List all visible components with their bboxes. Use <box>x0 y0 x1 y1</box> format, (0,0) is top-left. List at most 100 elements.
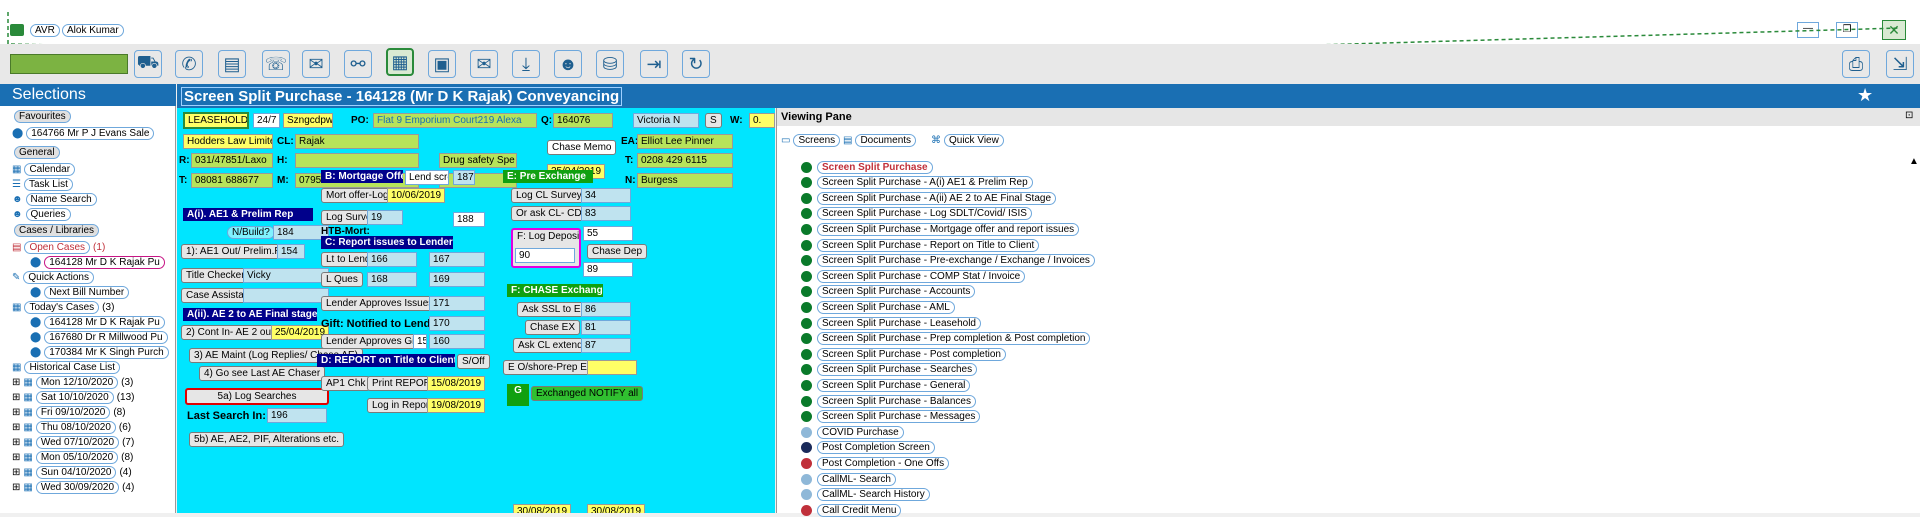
screen-list-item[interactable]: Call Credit Menu <box>801 503 902 517</box>
exit-icon[interactable]: ⇲ <box>1886 50 1914 78</box>
mort-date-field[interactable]: 10/06/2019 <box>387 188 446 203</box>
n-field[interactable]: Burgess <box>637 173 733 188</box>
lt-a-field[interactable]: 166 <box>367 252 417 267</box>
screen-list-item[interactable]: Screen Split Purchase - Messages <box>801 410 981 424</box>
lender-approves-button[interactable]: Lender Approves Issues <box>321 296 439 311</box>
screen-list-item[interactable]: Screen Split Purchase <box>801 160 933 174</box>
today-case-item[interactable]: ⬤ 170384 Mr K Singh Purch <box>30 345 169 359</box>
eo-shore-field[interactable] <box>587 360 637 375</box>
print-date-field[interactable]: 15/08/2019 <box>427 376 486 391</box>
lt-b-field[interactable]: 167 <box>429 252 485 267</box>
htb-select[interactable]: 188 <box>453 212 485 227</box>
vehicle-icon[interactable]: ⛟ <box>134 50 162 78</box>
hours-field[interactable]: 24/7 <box>253 113 281 128</box>
lender-approves-field[interactable]: 171 <box>429 296 485 311</box>
firm-field[interactable]: Hodders Law Limited <box>183 134 273 149</box>
property-field[interactable]: Flat 9 Emporium Court219 Alexa <box>373 113 537 128</box>
log-searches-button[interactable]: 5a) Log Searches <box>185 388 329 405</box>
history-item[interactable]: ⊞ ▦ Sat 10/10/2020 (13) <box>12 390 134 404</box>
mail-open-icon[interactable]: ✉ <box>470 50 498 78</box>
sidebar-item-task-list[interactable]: ☰ Task List <box>12 177 73 191</box>
search-input[interactable] <box>10 54 128 74</box>
chase-ex-field[interactable]: 81 <box>581 320 631 335</box>
sidebar-item-name-search[interactable]: ☻ Name Search <box>12 192 97 206</box>
calculator-icon[interactable]: ▦ <box>386 48 414 76</box>
screen-list-item[interactable]: Screen Split Purchase - AML <box>801 300 955 314</box>
title-checker-button[interactable]: Title Checker <box>181 268 250 283</box>
screen-list-item[interactable]: Screen Split Purchase - Searches <box>801 363 978 377</box>
phone1-field[interactable]: 08081 688677 <box>191 173 273 188</box>
last-search-field[interactable]: 196 <box>267 408 327 423</box>
expand-icon[interactable]: ⊞ <box>12 392 20 403</box>
favourite-item[interactable]: ⬤ 164766 Mr P J Evans Sale <box>12 126 155 140</box>
bottom-date2-field[interactable]: 30/08/2019 <box>587 504 646 513</box>
export-icon[interactable]: ⇥ <box>640 50 668 78</box>
screen-list-item[interactable]: Screen Split Purchase - A(i) AE1 & Preli… <box>801 176 1033 190</box>
ap1-chk-button[interactable]: AP1 Chk <box>321 376 371 391</box>
sidebar-item-calendar[interactable]: ▦ Calendar <box>12 162 76 176</box>
today-case-item[interactable]: ⬤ 167680 Dr R Millwood Pu <box>30 330 168 344</box>
cases-header[interactable]: Cases / Libraries <box>14 224 100 237</box>
checker-select[interactable]: Vicky <box>243 268 329 283</box>
screen-list-item[interactable]: CallML- Search <box>801 472 896 486</box>
eo-shore-button[interactable]: E O/shore-Prep Ex <box>503 360 597 375</box>
dep-num-field[interactable]: 89 <box>583 262 633 277</box>
screen-list-item[interactable]: Screen Split Purchase - Report on Title … <box>801 238 1040 252</box>
scroll-up-icon[interactable]: ▲ <box>1909 156 1919 167</box>
or-ask-field[interactable]: 83 <box>581 206 631 221</box>
drug-safety-field[interactable]: Drug safety Spe <box>439 153 517 168</box>
ae1-num-field[interactable]: 154 <box>277 244 305 259</box>
lq-b-field[interactable]: 169 <box>429 272 485 287</box>
screen-list-item[interactable]: Screen Split Purchase - Prep completion … <box>801 332 1091 346</box>
history-item[interactable]: ⊞ ▦ Mon 05/10/2020 (8) <box>12 450 133 464</box>
refresh-icon[interactable]: ↻ <box>682 50 710 78</box>
lend-scr-field[interactable]: Lend scre <box>405 170 449 185</box>
l-ques-button[interactable]: L Ques <box>321 272 363 287</box>
history-item[interactable]: ⊞ ▦ Mon 12/10/2020 (3) <box>12 375 133 389</box>
lg-a-field[interactable]: 15 <box>413 334 427 349</box>
expand-icon[interactable]: ⊞ <box>12 407 20 418</box>
chase-memo-button[interactable]: Chase Memo <box>547 140 617 155</box>
favourite-star-icon[interactable]: ★ <box>1857 85 1873 106</box>
cl-survey-field[interactable]: 34 <box>581 188 631 203</box>
client-field[interactable]: Rajak <box>295 134 419 149</box>
screen-list-item[interactable]: COVID Purchase <box>801 425 904 439</box>
screen-list-item[interactable]: Screen Split Purchase - COMP Stat / Invo… <box>801 269 1026 283</box>
expand-icon[interactable]: ⊞ <box>12 452 20 463</box>
history-item[interactable]: ⊞ ▦ Thu 08/10/2020 (6) <box>12 420 131 434</box>
expand-icon[interactable]: ⊞ <box>12 482 20 493</box>
tenure-field[interactable]: LEASEHOLD <box>183 112 249 129</box>
gift-field[interactable]: 170 <box>429 316 485 331</box>
ask-cl-field[interactable]: 87 <box>581 338 631 353</box>
today-case-item[interactable]: ⬤ 164128 Mr D K Rajak Pu <box>30 315 165 329</box>
w-field[interactable]: 0. <box>749 113 775 128</box>
calendar-icon[interactable]: ▣ <box>428 50 456 78</box>
phone2-field[interactable]: 0208 429 6115 <box>637 153 733 168</box>
code-field[interactable]: Szngcdpw <box>283 113 333 128</box>
history-item[interactable]: ⊞ ▦ Fri 09/10/2020 (8) <box>12 405 126 419</box>
expand-icon[interactable]: ⊞ <box>12 467 20 478</box>
print-icon[interactable]: ⎙ <box>1842 50 1870 78</box>
exchanged-button[interactable]: Exchanged NOTIFY all <box>531 386 644 401</box>
screen-list-item[interactable]: Screen Split Purchase - Balances <box>801 394 976 408</box>
document-icon[interactable]: ▤ <box>218 50 246 78</box>
open-case-item[interactable]: ⬤ 164128 Mr D K Rajak Pu <box>30 255 165 269</box>
pin-icon[interactable]: ⊡ <box>1905 110 1913 121</box>
lq-a-field[interactable]: 168 <box>367 272 417 287</box>
screen-list-item[interactable]: Screen Split Purchase - Log SDLT/Covid/ … <box>801 207 1032 221</box>
sidebar-item-quick-actions[interactable]: ✎ Quick Actions <box>12 270 94 284</box>
expand-icon[interactable]: ⊞ <box>12 377 20 388</box>
history-item[interactable]: ⊞ ▦ Wed 07/10/2020 (7) <box>12 435 134 449</box>
case-assistant-select[interactable] <box>243 288 329 303</box>
lend-num-field[interactable]: 187 <box>453 170 475 185</box>
ref-field[interactable]: 031/47851/Laxo <box>191 153 273 168</box>
deposit-field[interactable]: 90 <box>515 248 575 263</box>
history-item[interactable]: ⊞ ▦ Sun 04/10/2020 (4) <box>12 465 132 479</box>
victoria-select[interactable]: Victoria N <box>633 113 699 128</box>
screen-list-item[interactable]: Screen Split Purchase - General <box>801 378 971 392</box>
chase-dep-button[interactable]: Chase Dep <box>587 244 648 259</box>
go-see-button[interactable]: 4) Go see Last AE Chaser <box>199 366 326 381</box>
expand-icon[interactable]: ⊞ <box>12 422 20 433</box>
favourites-header[interactable]: Favourites <box>14 110 71 123</box>
screen-list-item[interactable]: Screen Split Purchase - Leasehold <box>801 316 981 330</box>
